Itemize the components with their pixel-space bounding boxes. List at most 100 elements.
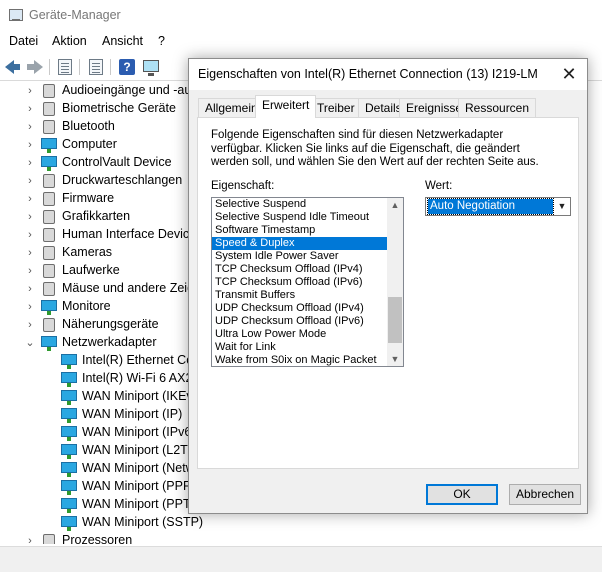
property-item[interactable]: UDP Checksum Offload (IPv4) — [212, 302, 387, 315]
tree-node-label: Prozessoren — [62, 533, 133, 544]
computer-icon — [41, 137, 57, 153]
back-icon[interactable] — [4, 58, 22, 76]
tree-node[interactable]: WAN Miniport (SSTP) — [0, 514, 602, 532]
property-item[interactable]: Software Timestamp — [212, 224, 387, 237]
display-adapter-icon — [41, 209, 57, 225]
toolbar-separator — [49, 59, 50, 75]
chevron-right-icon[interactable]: › — [24, 300, 36, 314]
ok-button[interactable]: OK — [426, 484, 498, 505]
dialog-titlebar: Eigenschaften von Intel(R) Ethernet Conn… — [189, 59, 587, 90]
biometric-icon — [41, 101, 57, 117]
chevron-right-icon[interactable]: › — [24, 264, 36, 278]
property-item[interactable]: UDP Checksum Offload (IPv6) — [212, 315, 387, 328]
tree-node-label: Näherungsgeräte — [62, 317, 159, 331]
hid-icon — [41, 227, 57, 243]
chevron-right-icon[interactable]: › — [24, 174, 36, 188]
network-adapter-icon — [41, 335, 57, 351]
property-item[interactable]: Transmit Buffers — [212, 289, 387, 302]
mouse-icon — [41, 281, 57, 297]
property-items: Selective Suspend Selective Suspend Idle … — [212, 198, 387, 366]
property-item[interactable]: System Idle Power Saver — [212, 250, 387, 263]
chevron-right-icon[interactable]: › — [24, 102, 36, 116]
tab-description: Folgende Eigenschaften sind für diesen N… — [211, 129, 539, 168]
tree-node-label: WAN Miniport (Netw — [82, 461, 195, 475]
horizontal-scrollbar[interactable] — [0, 546, 602, 572]
chevron-right-icon[interactable]: › — [24, 318, 36, 332]
property-list-scrollbar[interactable]: ▲ ▼ — [387, 198, 403, 366]
property-item[interactable]: Speed & Duplex — [212, 237, 387, 250]
property-item[interactable]: Selective Suspend Idle Timeout — [212, 211, 387, 224]
tree-node-label: Kameras — [62, 245, 113, 259]
tree-node-label: Bluetooth — [62, 119, 115, 133]
menu-help[interactable]: ? — [158, 34, 165, 48]
chevron-right-icon[interactable]: › — [24, 246, 36, 260]
document-icon[interactable] — [87, 58, 105, 76]
tree-node[interactable]: › Prozessoren — [0, 532, 602, 544]
tab-erweitert[interactable]: Erweitert — [255, 95, 317, 118]
tree-node-label: WAN Miniport (IP) — [82, 407, 183, 421]
toolbar-separator — [110, 59, 111, 75]
tree-node-label: WAN Miniport (IPv6 — [82, 425, 192, 439]
network-adapter-icon — [61, 443, 77, 459]
tree-node-label: Netzwerkadapter — [62, 335, 157, 349]
network-adapter-icon — [61, 407, 77, 423]
tree-node-label: Computer — [62, 137, 117, 151]
property-label: Eigenschaft: — [211, 180, 275, 192]
cancel-button[interactable]: Abbrechen — [509, 484, 581, 505]
tab-ressourcen[interactable]: Ressourcen — [458, 98, 537, 117]
tree-node-label: Intel(R) Wi-Fi 6 AX20 — [82, 371, 200, 385]
chevron-right-icon[interactable]: › — [24, 84, 36, 98]
tree-node-label: Mäuse und andere Zeig — [62, 281, 195, 295]
properties-icon[interactable] — [56, 58, 74, 76]
forward-icon[interactable] — [26, 58, 44, 76]
monitor-icon[interactable] — [142, 58, 160, 76]
tree-node-label: Grafikkarten — [62, 209, 131, 223]
chevron-down-icon[interactable]: ⌄ — [24, 336, 36, 350]
printer-icon — [41, 173, 57, 189]
network-adapter-icon — [61, 497, 77, 513]
drive-icon — [41, 263, 57, 279]
chevron-right-icon[interactable]: › — [24, 156, 36, 170]
scroll-down-icon[interactable]: ▼ — [387, 352, 403, 366]
tree-node-label: WAN Miniport (SSTP) — [82, 515, 204, 529]
camera-icon — [41, 245, 57, 261]
chevron-down-icon[interactable]: ▼ — [554, 198, 570, 215]
toolbar-separator — [79, 59, 80, 75]
value-label: Wert: — [425, 180, 453, 192]
menu-ansicht[interactable]: Ansicht — [102, 34, 143, 48]
menu-aktion[interactable]: Aktion — [52, 34, 87, 48]
property-item[interactable]: Wake from S0ix on Magic Packet — [212, 354, 387, 366]
value-dropdown[interactable]: Auto Negotiation ▼ — [425, 197, 571, 216]
tab-treiber[interactable]: Treiber — [310, 98, 362, 117]
property-item[interactable]: TCP Checksum Offload (IPv6) — [212, 276, 387, 289]
property-item[interactable]: TCP Checksum Offload (IPv4) — [212, 263, 387, 276]
scroll-up-icon[interactable]: ▲ — [387, 198, 403, 212]
chevron-right-icon[interactable]: › — [24, 138, 36, 152]
network-adapter-icon — [61, 371, 77, 387]
close-icon[interactable]: ✕ — [557, 63, 581, 85]
help-icon[interactable]: ? — [118, 58, 136, 76]
main-window-title: Geräte-Manager — [29, 8, 121, 22]
property-item[interactable]: Ultra Low Power Mode — [212, 328, 387, 341]
tree-node-label: Monitore — [62, 299, 111, 313]
tree-node-label: Biometrische Geräte — [62, 101, 176, 115]
tree-node-label: Firmware — [62, 191, 115, 205]
device-icon — [41, 155, 57, 171]
chevron-right-icon[interactable]: › — [24, 192, 36, 206]
network-adapter-icon — [61, 425, 77, 441]
chevron-right-icon[interactable]: › — [24, 534, 36, 544]
network-adapter-icon — [61, 389, 77, 405]
chevron-right-icon[interactable]: › — [24, 210, 36, 224]
menu-datei[interactable]: Datei — [9, 34, 38, 48]
chevron-right-icon[interactable]: › — [24, 282, 36, 296]
property-item[interactable]: Selective Suspend — [212, 198, 387, 211]
tree-node-label: WAN Miniport (PPPO — [82, 479, 202, 493]
property-item[interactable]: Wait for Link — [212, 341, 387, 354]
device-manager-icon — [9, 9, 23, 21]
chevron-right-icon[interactable]: › — [24, 120, 36, 134]
tree-node-label: Intel(R) Ethernet Cor — [82, 353, 198, 367]
proximity-icon — [41, 317, 57, 333]
property-list[interactable]: Selective Suspend Selective Suspend Idle … — [211, 197, 404, 367]
scroll-thumb[interactable] — [388, 297, 402, 343]
chevron-right-icon[interactable]: › — [24, 228, 36, 242]
